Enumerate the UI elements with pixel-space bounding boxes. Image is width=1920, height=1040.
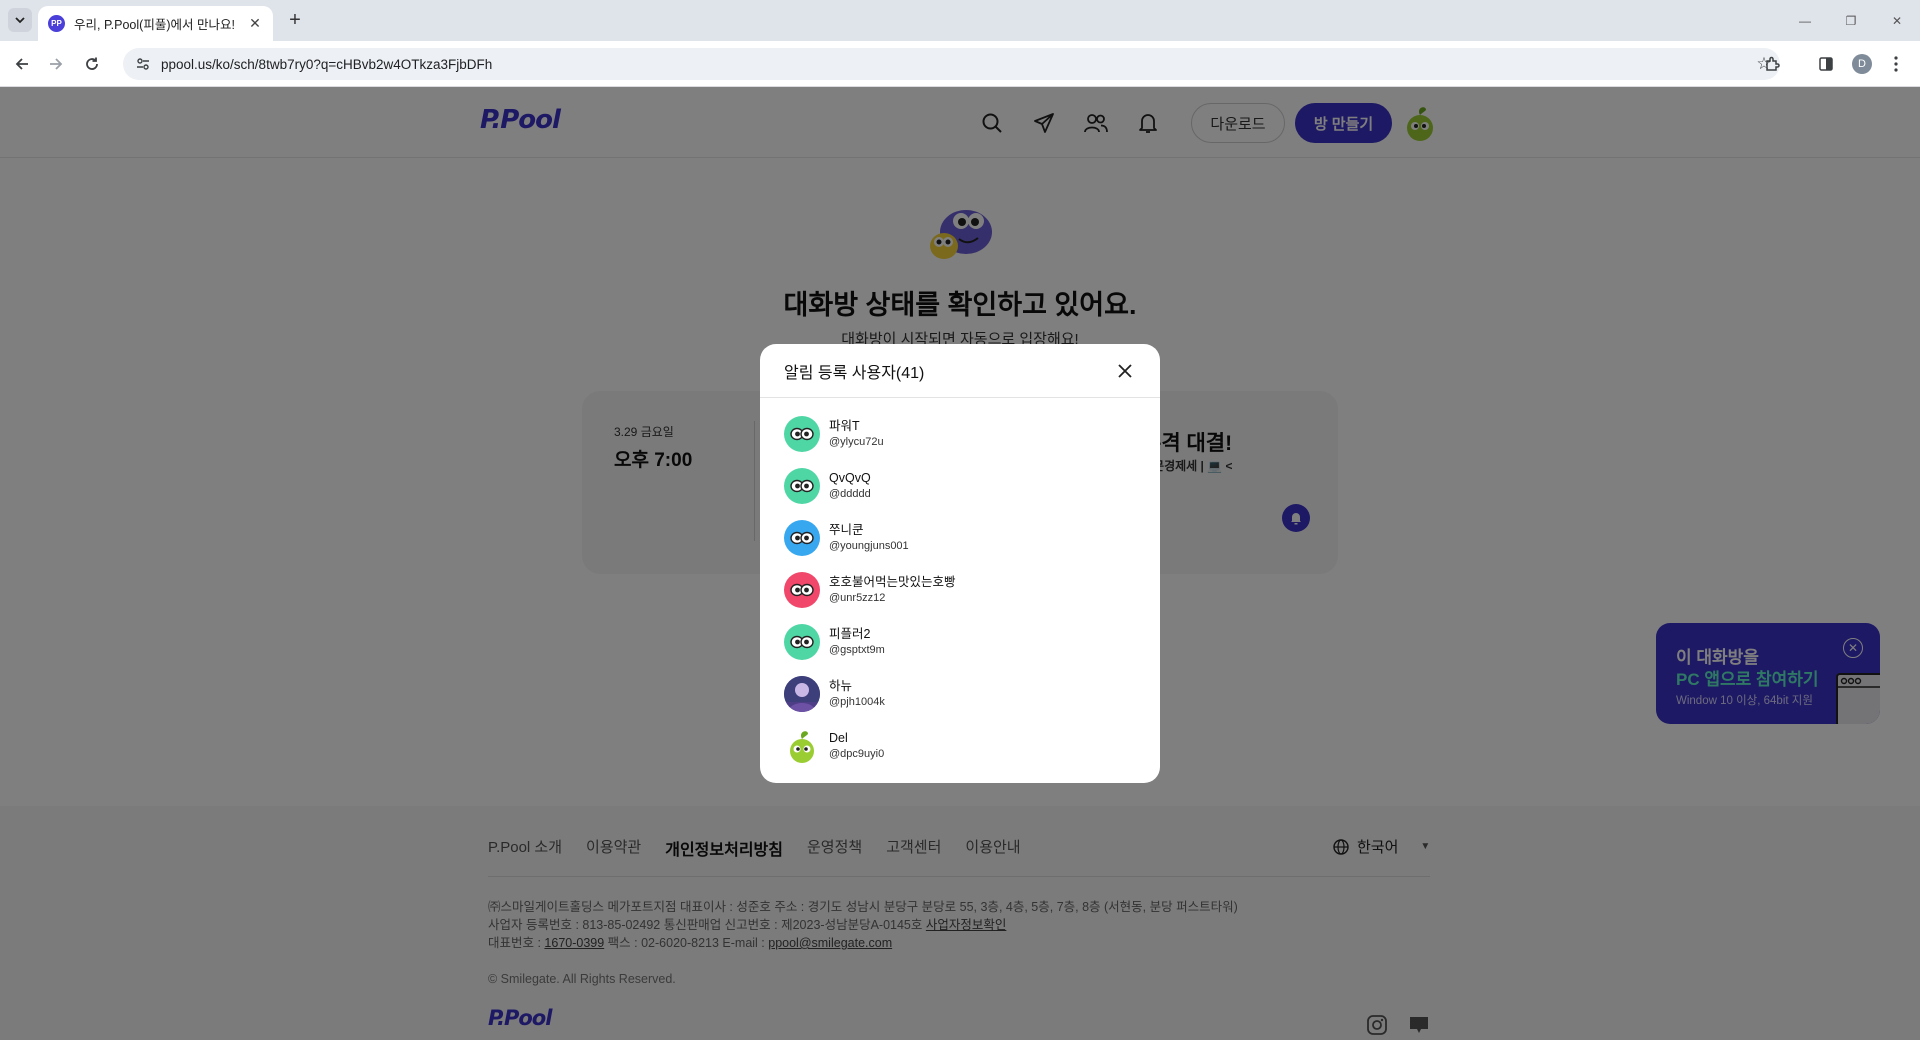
user-list-item[interactable]: 피플러2 @gsptxt9m bbox=[784, 616, 1136, 668]
user-mascot-avatar bbox=[784, 624, 820, 660]
browser-tab-bar: PP 우리, P.Pool(피풀)에서 만나요! ✕ + — ❐ ✕ bbox=[0, 0, 1920, 41]
user-name: Del bbox=[829, 731, 848, 745]
page-content: P.Pool 다운로드 방 만들기 대화방 상태를 확인하고 있어요. 대화방이… bbox=[0, 87, 1920, 1040]
user-mascot-avatar bbox=[784, 520, 820, 556]
tab-close-button[interactable]: ✕ bbox=[247, 15, 263, 32]
notify-users-modal: 알림 등록 사용자(41) 파워T @ylycu72u QvQvQ @ddddd 쭈니쿤… bbox=[760, 344, 1160, 783]
side-panel-icon[interactable] bbox=[1814, 52, 1838, 76]
user-list: 파워T @ylycu72u QvQvQ @ddddd 쭈니쿤 @youngjuns001 호… bbox=[760, 398, 1160, 772]
browser-tab-active[interactable]: PP 우리, P.Pool(피풀)에서 만나요! ✕ bbox=[38, 6, 273, 41]
site-settings-icon[interactable] bbox=[133, 54, 153, 74]
profile-avatar[interactable]: D bbox=[1850, 52, 1874, 76]
user-name: 쭈니쿤 bbox=[829, 523, 864, 537]
user-mascot-avatar bbox=[784, 416, 820, 452]
new-tab-button[interactable]: + bbox=[283, 8, 307, 32]
forward-button[interactable] bbox=[44, 52, 68, 76]
browser-toolbar: ppool.us/ko/sch/8twb7ry0?q=cHBvb2w4OTkza… bbox=[0, 41, 1920, 87]
user-text: 피플러2 @gsptxt9m bbox=[829, 626, 885, 658]
url-text[interactable]: ppool.us/ko/sch/8twb7ry0?q=cHBvb2w4OTkza… bbox=[161, 57, 1748, 72]
user-text: 파워T @ylycu72u bbox=[829, 418, 884, 450]
user-name: 파워T bbox=[829, 419, 860, 433]
modal-title: 알림 등록 사용자(41) bbox=[784, 364, 925, 382]
user-text: Del @dpc9uyi0 bbox=[829, 730, 884, 762]
user-mascot-avatar bbox=[784, 572, 820, 608]
reload-icon bbox=[86, 57, 98, 70]
address-bar[interactable]: ppool.us/ko/sch/8twb7ry0?q=cHBvb2w4OTkza… bbox=[123, 48, 1780, 80]
user-list-item[interactable]: 하뉴 @pjh1004k bbox=[784, 668, 1136, 720]
reload-button[interactable] bbox=[80, 52, 104, 76]
user-list-item[interactable]: 쭈니쿤 @youngjuns001 bbox=[784, 512, 1136, 564]
user-name: 하뉴 bbox=[829, 679, 853, 693]
user-handle: @youngjuns001 bbox=[829, 540, 909, 552]
close-icon bbox=[1118, 364, 1132, 378]
profile-initial: D bbox=[1852, 54, 1872, 74]
close-window-button[interactable]: ✕ bbox=[1874, 0, 1920, 41]
restore-button[interactable]: ❐ bbox=[1828, 0, 1874, 41]
user-name: QvQvQ bbox=[829, 471, 871, 485]
user-handle: @pjh1004k bbox=[829, 696, 885, 708]
extensions-icon[interactable] bbox=[1760, 52, 1784, 76]
user-text: 하뉴 @pjh1004k bbox=[829, 678, 885, 710]
user-handle: @ddddd bbox=[829, 488, 871, 500]
user-mascot-avatar bbox=[784, 728, 820, 764]
user-name: 호호불어먹는맛있는호빵 bbox=[829, 575, 956, 589]
arrow-left-icon bbox=[15, 58, 28, 70]
modal-header: 알림 등록 사용자(41) bbox=[760, 344, 1160, 398]
tab-title: 우리, P.Pool(피풀)에서 만나요! bbox=[74, 18, 235, 32]
user-list-item[interactable]: Del @dpc9uyi0 bbox=[784, 720, 1136, 772]
user-mascot-avatar bbox=[784, 468, 820, 504]
favicon-icon: PP bbox=[48, 15, 65, 32]
user-text: 호호불어먹는맛있는호빵 @unr5zz12 bbox=[829, 574, 956, 606]
user-list-item[interactable]: QvQvQ @ddddd bbox=[784, 460, 1136, 512]
user-text: 쭈니쿤 @youngjuns001 bbox=[829, 522, 909, 554]
tab-search-button[interactable] bbox=[8, 8, 32, 32]
user-name: 피플러2 bbox=[829, 627, 871, 641]
chevron-down-icon bbox=[15, 17, 25, 24]
modal-close-button[interactable] bbox=[1114, 360, 1136, 382]
user-handle: @dpc9uyi0 bbox=[829, 748, 885, 760]
user-text: QvQvQ @ddddd bbox=[829, 470, 871, 502]
user-list-item[interactable]: 파워T @ylycu72u bbox=[784, 408, 1136, 460]
back-button[interactable] bbox=[10, 52, 34, 76]
arrow-right-icon bbox=[50, 58, 63, 70]
window-controls: — ❐ ✕ bbox=[1782, 0, 1920, 41]
user-handle: @gsptxt9m bbox=[829, 644, 885, 656]
browser-menu-icon[interactable] bbox=[1884, 52, 1908, 76]
user-photo-avatar bbox=[784, 676, 820, 712]
user-handle: @unr5zz12 bbox=[829, 592, 886, 604]
user-list-item[interactable]: 호호불어먹는맛있는호빵 @unr5zz12 bbox=[784, 564, 1136, 616]
user-handle: @ylycu72u bbox=[829, 436, 884, 448]
minimize-button[interactable]: — bbox=[1782, 0, 1828, 41]
